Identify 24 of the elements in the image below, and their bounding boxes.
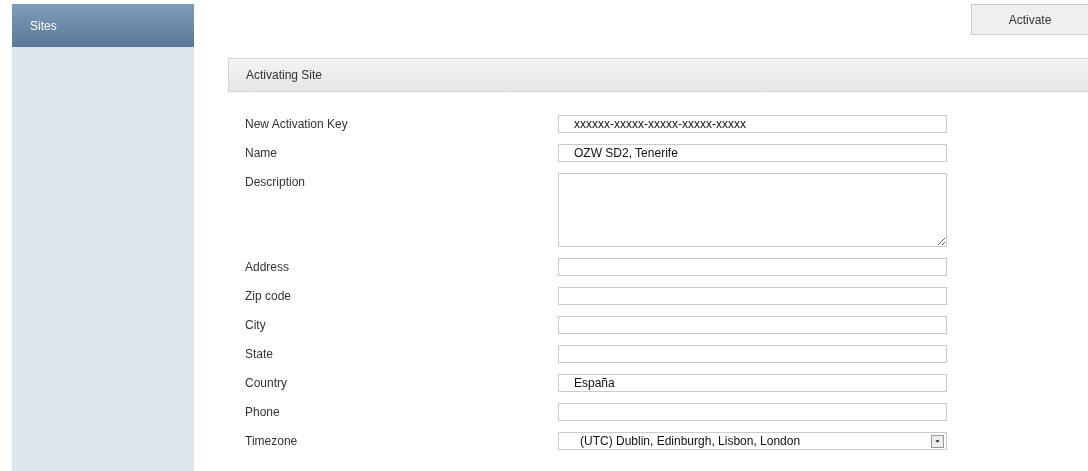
text-field[interactable]: OZW SD2, Tenerife (558, 144, 947, 162)
field-label: Phone (245, 404, 281, 421)
section-header: Activating Site (228, 58, 1088, 92)
field-label: Address (245, 259, 291, 276)
text-field[interactable] (558, 403, 947, 421)
sidebar-item[interactable]: Sites (12, 4, 194, 47)
field-label: Country (245, 375, 289, 392)
field-label: Zip code (245, 288, 293, 305)
field-label: Description (245, 174, 307, 191)
text-field[interactable]: xxxxxx-xxxxx-xxxxx-xxxxx-xxxxx (558, 115, 947, 133)
field-label: Name (245, 145, 278, 162)
text-field[interactable] (558, 316, 947, 334)
field-label: Timezone (245, 433, 299, 450)
text-area[interactable] (558, 173, 947, 247)
caret-icon (931, 434, 944, 448)
text-field[interactable] (558, 345, 947, 363)
field-label: City (245, 317, 267, 334)
field-label: State (245, 346, 275, 363)
dropdown[interactable]: (UTC) Dublin, Edinburgh, Lisbon, London (558, 432, 947, 450)
text-field[interactable]: España (558, 374, 947, 392)
text-field[interactable] (558, 287, 947, 305)
activate-button[interactable]: Activate (971, 4, 1088, 35)
text-field[interactable] (558, 258, 947, 276)
field-label: New Activation Key (245, 116, 349, 133)
